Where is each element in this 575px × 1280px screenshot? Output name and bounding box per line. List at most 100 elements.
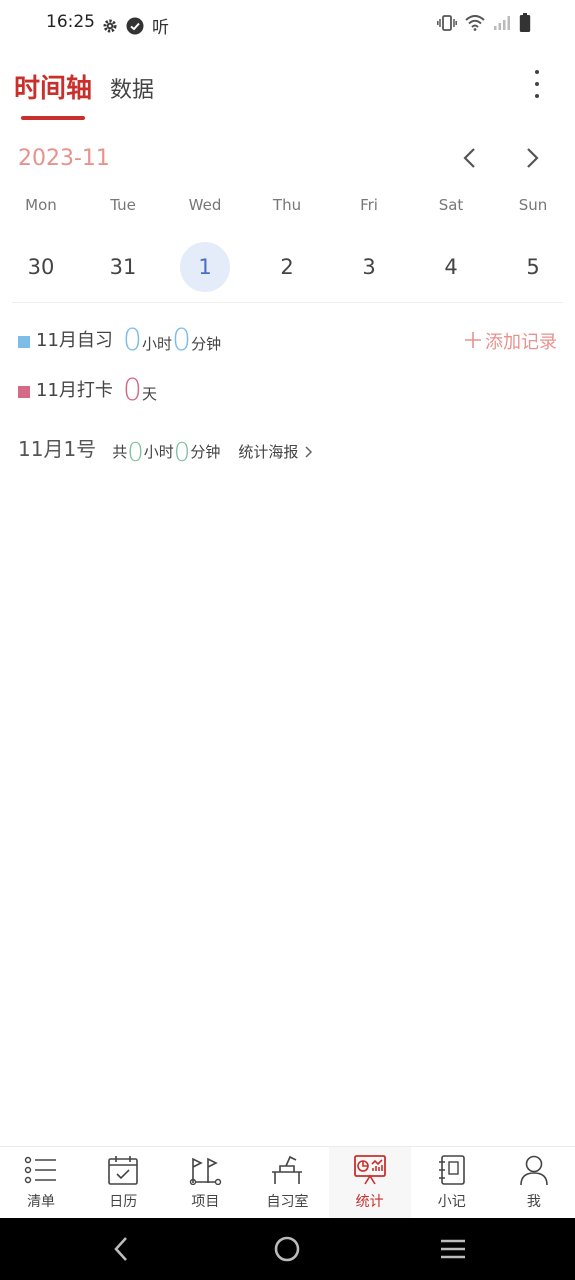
project-flag-icon [188,1153,222,1187]
nav-item-calendar[interactable]: 日历 [82,1147,164,1218]
weekday-label: Mon [25,196,57,214]
study-legend-square [18,336,30,348]
date-cell[interactable]: 30 [0,240,82,294]
more-dot-icon [535,94,539,98]
nav-item-study-room[interactable]: 自习室 [246,1147,328,1218]
bottom-nav: 清单 日历 项目 自习室 统计 小记 我 [0,1146,575,1218]
weekday-label: Sat [438,196,464,214]
previous-month-button[interactable] [456,144,484,172]
current-month: 2023-11 [18,146,110,171]
date-number: 5 [526,255,540,279]
total-prefix: 共 [112,443,128,461]
system-recents-button[interactable] [437,1234,469,1264]
stats-poster-link[interactable]: 统计海报 [238,441,314,462]
status-bar: 16:25 听 [0,0,575,48]
menu-icon [441,1239,465,1259]
date-cell[interactable]: 2 [246,240,328,294]
header-tabs: 时间轴 数据 [0,56,575,126]
checkin-label: 11月打卡 [36,380,113,401]
home-icon [274,1236,300,1262]
weekday-label: Wed [188,196,222,214]
nav-item-project[interactable]: 项目 [164,1147,246,1218]
nav-label: 自习室 [266,1194,309,1210]
study-label: 11月自习 [36,330,113,351]
date-cell[interactable]: 5 [492,240,574,294]
listen-icon: 听 [152,18,169,38]
status-time: 16:25 [46,12,95,32]
next-month-button[interactable] [518,144,546,172]
battery-icon [519,13,531,33]
system-home-button[interactable] [271,1234,303,1264]
date-number: 31 [109,255,137,279]
day-title: 11月1号 [18,437,97,461]
date-number: 2 [280,255,294,279]
study-room-icon [270,1153,304,1187]
more-dot-icon [535,82,539,86]
weekday-label: Sun [518,196,548,214]
study-stat: 11月自习 0 小时 0 分钟 [18,320,221,356]
hours-unit: 小时 [143,443,174,461]
plus-icon [463,330,483,352]
nav-item-notes[interactable]: 小记 [411,1147,493,1218]
signal-icon [493,15,511,31]
chevron-right-icon [527,148,539,168]
day-minutes: 0 [173,438,191,468]
date-cell[interactable]: 4 [410,240,492,294]
date-number: 1 [180,242,230,292]
system-nav-bar [0,1218,575,1280]
gear-icon [102,18,118,34]
chevron-right-icon [305,445,313,458]
add-record-label: 添加记录 [485,332,557,353]
date-cell-selected[interactable]: 1 [164,240,246,294]
day-summary: 11月1号 共 0 小时 0 分钟 统计海报 [18,430,314,466]
nav-item-statistics[interactable]: 统计 [328,1147,411,1218]
tab-data[interactable]: 数据 [110,72,154,104]
system-back-button[interactable] [105,1234,137,1264]
checkin-legend-square [18,386,30,398]
date-number: 3 [362,255,376,279]
nav-label: 小记 [437,1194,466,1210]
study-minutes: 0 [172,323,192,358]
poster-link-label: 统计海报 [238,443,299,461]
nav-item-list[interactable]: 清单 [0,1147,82,1218]
notebook-icon [435,1153,469,1187]
statistics-icon [353,1153,387,1187]
days-unit: 天 [142,385,158,403]
weekday-header: Mon Tue Wed Thu Fri Sat Sun [0,196,575,220]
date-cell[interactable]: 31 [82,240,164,294]
more-options-button[interactable] [523,68,551,100]
nav-item-me[interactable]: 我 [493,1147,575,1218]
active-tab-indicator [21,116,85,120]
vibrate-icon [437,15,457,31]
calendar-icon [106,1153,140,1187]
profile-icon [517,1153,551,1187]
tab-timeline[interactable]: 时间轴 [14,68,92,105]
checkin-stat: 11月打卡 0 天 [18,370,157,406]
date-number: 30 [27,255,55,279]
check-circle-icon [126,17,144,35]
month-navigator: 2023-11 [0,140,575,180]
hours-unit: 小时 [142,335,173,353]
nav-label: 项目 [191,1194,220,1210]
wifi-icon [465,15,485,31]
checkin-days: 0 [122,373,142,408]
date-number: 4 [444,255,458,279]
add-record-button[interactable]: 添加记录 [463,328,557,354]
nav-label: 清单 [27,1194,56,1210]
divider [12,302,563,303]
back-icon [114,1237,127,1261]
nav-label: 日历 [109,1194,138,1210]
nav-label: 我 [526,1194,541,1210]
minutes-unit: 分钟 [190,443,221,461]
minutes-unit: 分钟 [191,335,222,353]
study-hours: 0 [122,323,142,358]
date-cell[interactable]: 3 [328,240,410,294]
weekday-label: Thu [272,196,302,214]
week-dates: 30 31 1 2 3 4 5 [0,240,575,294]
weekday-label: Fri [360,196,378,214]
weekday-label: Tue [110,196,136,214]
day-hours: 0 [127,438,144,468]
list-icon [24,1153,58,1187]
nav-label: 统计 [355,1194,384,1210]
more-dot-icon [535,70,539,74]
